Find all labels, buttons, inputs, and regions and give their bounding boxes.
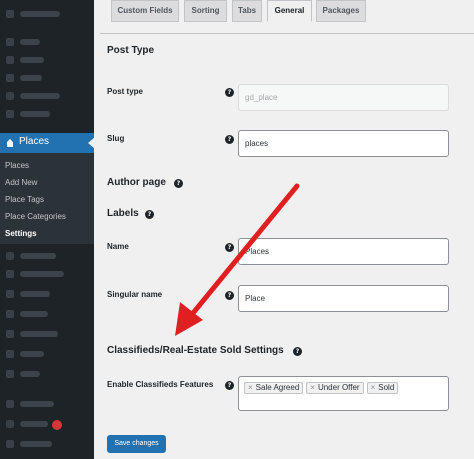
annotation-arrow — [175, 183, 300, 336]
